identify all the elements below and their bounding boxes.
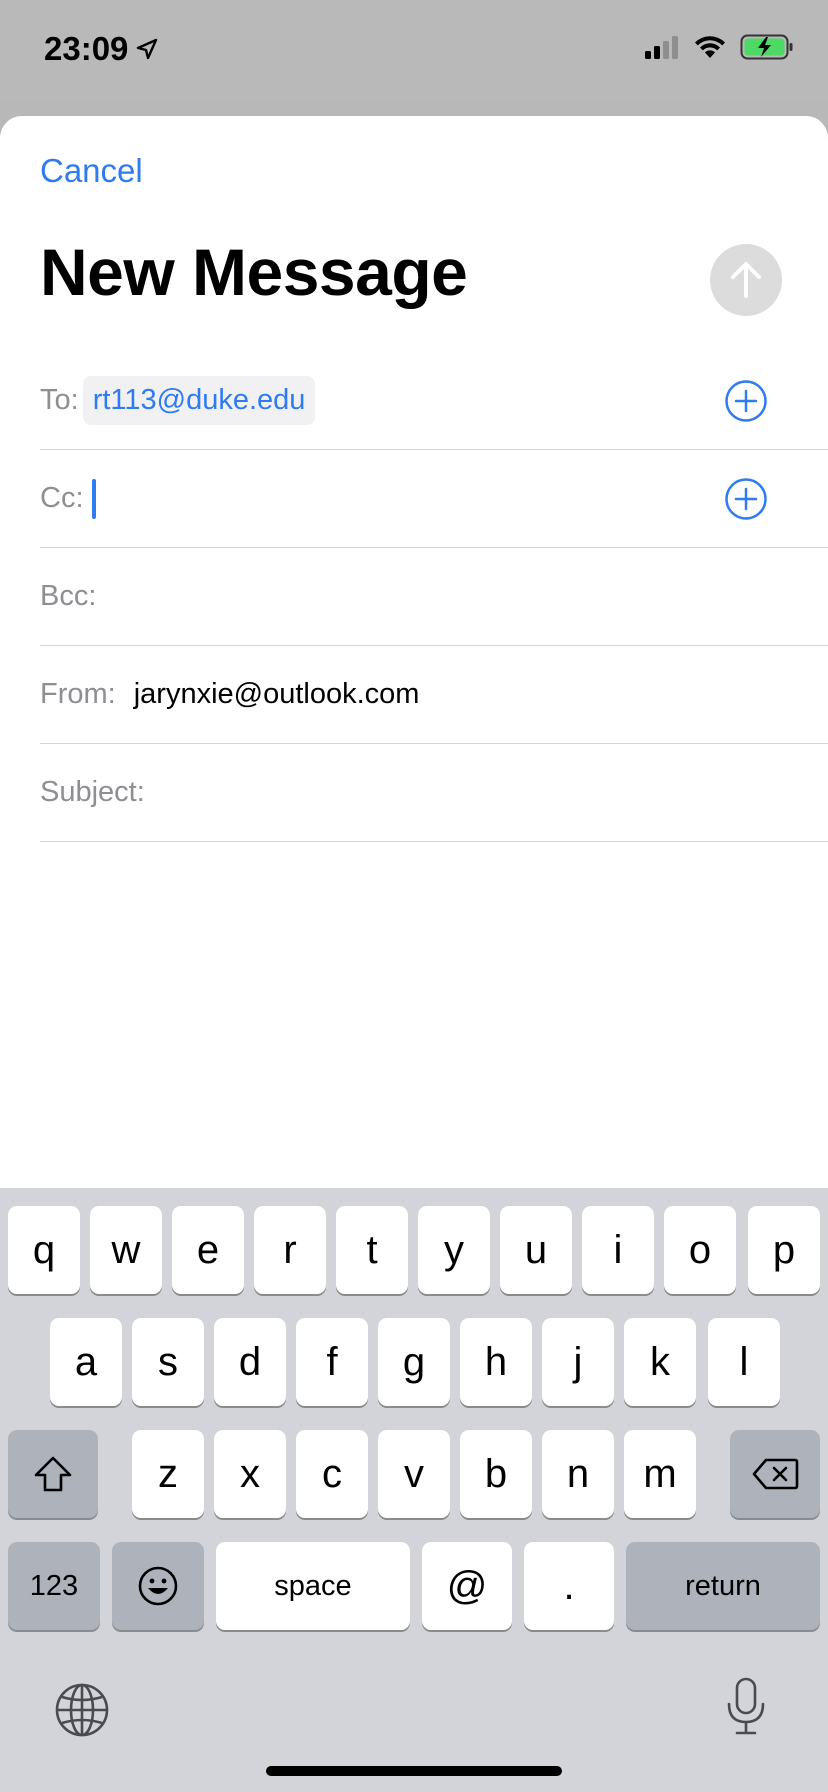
key-j[interactable]: j — [542, 1318, 614, 1406]
numbers-key[interactable]: 123 — [8, 1542, 100, 1630]
home-indicator[interactable] — [266, 1766, 562, 1776]
space-key[interactable]: space — [216, 1542, 410, 1630]
battery-charging-icon — [740, 34, 793, 60]
backspace-icon — [752, 1458, 799, 1490]
key-z[interactable]: z — [132, 1430, 204, 1518]
key-i[interactable]: i — [582, 1206, 654, 1294]
period-key[interactable]: . — [524, 1542, 614, 1630]
key-n[interactable]: n — [542, 1430, 614, 1518]
text-cursor — [91, 478, 96, 519]
key-o[interactable]: o — [664, 1206, 736, 1294]
globe-icon[interactable] — [54, 1682, 110, 1738]
from-value: jarynxie@outlook.com — [133, 678, 420, 710]
emoji-key[interactable] — [112, 1542, 204, 1630]
add-recipient-to-icon[interactable] — [724, 379, 768, 423]
shift-arrow-icon — [34, 1456, 72, 1492]
key-r[interactable]: r — [254, 1206, 326, 1294]
key-x[interactable]: x — [214, 1430, 286, 1518]
subject-label: Subject: — [40, 776, 145, 808]
microphone-icon[interactable] — [724, 1676, 768, 1736]
cc-label: Cc: — [40, 482, 84, 514]
at-key[interactable]: @ — [422, 1542, 512, 1630]
key-h[interactable]: h — [460, 1318, 532, 1406]
key-q[interactable]: q — [8, 1206, 80, 1294]
key-g[interactable]: g — [378, 1318, 450, 1406]
key-p[interactable]: p — [748, 1206, 820, 1294]
location-arrow-icon — [137, 38, 158, 60]
arrow-up-icon — [731, 262, 761, 298]
bcc-field[interactable]: Bcc: — [40, 548, 828, 646]
cancel-button[interactable]: Cancel — [40, 152, 143, 190]
from-label: From: — [40, 678, 116, 710]
key-c[interactable]: c — [296, 1430, 368, 1518]
key-b[interactable]: b — [460, 1430, 532, 1518]
key-a[interactable]: a — [50, 1318, 122, 1406]
status-icons — [644, 34, 794, 60]
status-time: 23:09 — [44, 30, 129, 67]
keyboard: q w e r t y u i o p a s d f g h j k l z … — [0, 1188, 828, 1792]
page-title: New Message — [40, 235, 468, 309]
subject-field[interactable]: Subject: — [40, 744, 828, 842]
delete-key[interactable] — [730, 1430, 820, 1518]
key-l[interactable]: l — [708, 1318, 780, 1406]
shift-key[interactable] — [8, 1430, 98, 1518]
key-m[interactable]: m — [624, 1430, 696, 1518]
wifi-icon — [695, 36, 725, 58]
to-label: To: — [40, 384, 79, 416]
signal-icon — [645, 36, 678, 59]
key-u[interactable]: u — [500, 1206, 572, 1294]
key-v[interactable]: v — [378, 1430, 450, 1518]
emoji-icon — [138, 1566, 178, 1606]
cc-field[interactable]: Cc: — [40, 450, 828, 548]
to-field[interactable]: To: rt113@duke.edu — [40, 352, 828, 450]
bcc-label: Bcc: — [40, 580, 97, 612]
key-s[interactable]: s — [132, 1318, 204, 1406]
status-bar: 23:09 — [0, 0, 828, 100]
send-button[interactable] — [710, 244, 782, 316]
return-key[interactable]: return — [626, 1542, 820, 1630]
key-t[interactable]: t — [336, 1206, 408, 1294]
status-time-group: 23:09 — [44, 30, 158, 68]
recipient-chip[interactable]: rt113@duke.edu — [82, 376, 316, 425]
key-f[interactable]: f — [296, 1318, 368, 1406]
add-recipient-cc-icon[interactable] — [724, 477, 768, 521]
key-k[interactable]: k — [624, 1318, 696, 1406]
from-field[interactable]: From: jarynxie@outlook.com — [40, 646, 828, 744]
key-d[interactable]: d — [214, 1318, 286, 1406]
key-w[interactable]: w — [90, 1206, 162, 1294]
key-y[interactable]: y — [418, 1206, 490, 1294]
key-e[interactable]: e — [172, 1206, 244, 1294]
